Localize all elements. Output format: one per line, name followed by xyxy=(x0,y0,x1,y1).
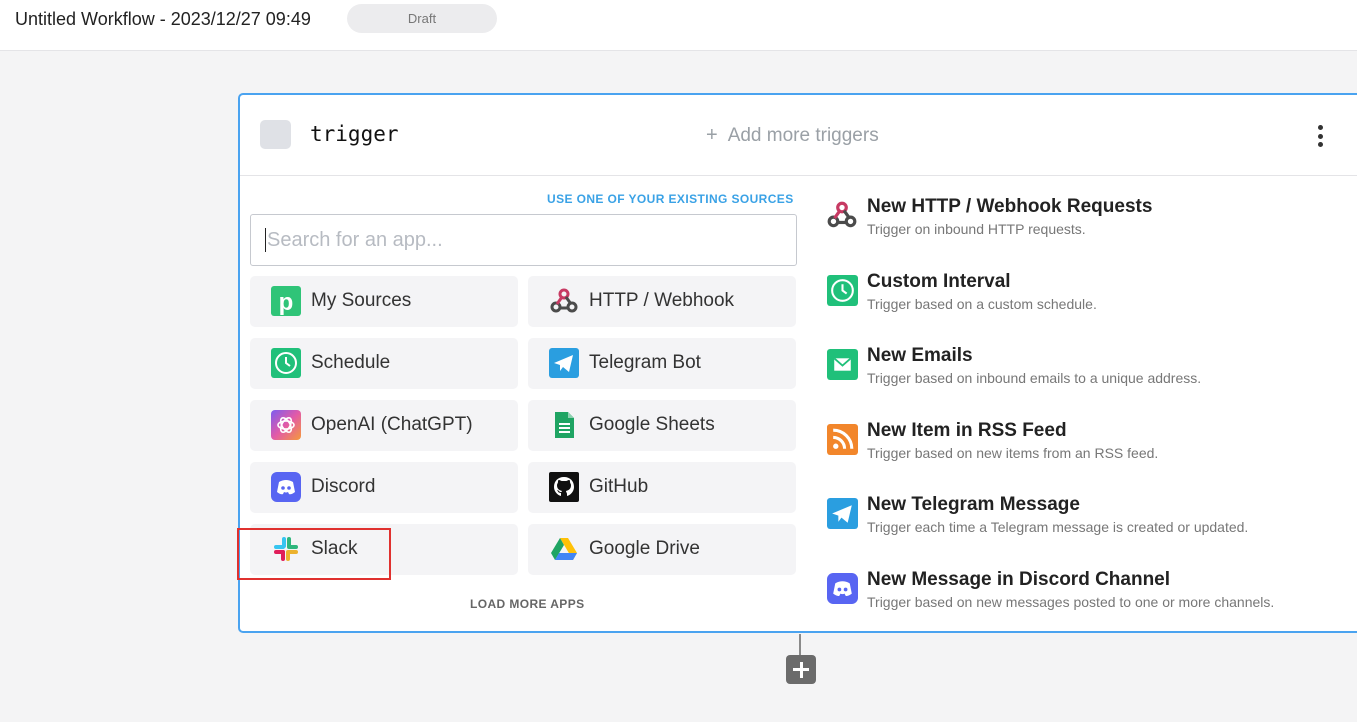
trigger-title: Custom Interval xyxy=(867,271,1011,292)
clock-icon xyxy=(826,274,858,306)
text-cursor xyxy=(265,228,266,252)
app-github[interactable]: GitHub xyxy=(528,462,796,513)
trigger-new-emails[interactable]: New Emails Trigger based on inbound emai… xyxy=(826,345,1357,405)
rss-icon xyxy=(826,423,858,455)
draft-status-badge[interactable]: Draft xyxy=(347,4,497,33)
app-my-sources[interactable]: p My Sources xyxy=(250,276,518,327)
app-label: HTTP / Webhook xyxy=(589,290,735,311)
trigger-description: Trigger each time a Telegram message is … xyxy=(867,519,1249,535)
step-icon-placeholder xyxy=(260,120,291,149)
use-existing-sources-link[interactable]: USE ONE OF YOUR EXISTING SOURCES xyxy=(547,192,794,206)
github-icon xyxy=(549,472,579,502)
slack-icon xyxy=(271,534,301,564)
app-label: Discord xyxy=(311,476,376,497)
trigger-title: New HTTP / Webhook Requests xyxy=(867,196,1153,217)
email-icon xyxy=(826,348,858,380)
trigger-custom-interval[interactable]: Custom Interval Trigger based on a custo… xyxy=(826,271,1357,331)
trigger-title: New Emails xyxy=(867,345,973,366)
step-connector-line xyxy=(799,634,801,656)
app-label: Telegram Bot xyxy=(589,352,701,373)
telegram-icon xyxy=(549,348,579,378)
trigger-description: Trigger based on new items from an RSS f… xyxy=(867,445,1159,461)
app-label: Slack xyxy=(311,538,358,559)
trigger-discord-message[interactable]: New Message in Discord Channel Trigger b… xyxy=(826,569,1357,629)
app-discord[interactable]: Discord xyxy=(250,462,518,513)
google-sheets-icon xyxy=(549,410,579,440)
app-telegram-bot[interactable]: Telegram Bot xyxy=(528,338,796,389)
trigger-http-webhook[interactable]: New HTTP / Webhook Requests Trigger on i… xyxy=(826,196,1357,256)
app-label: OpenAI (ChatGPT) xyxy=(311,414,473,435)
trigger-description: Trigger based on inbound emails to a uni… xyxy=(867,370,1202,386)
telegram-icon xyxy=(826,497,858,529)
app-google-drive[interactable]: Google Drive xyxy=(528,524,796,575)
trigger-step-card: trigger + Add more triggers USE ONE OF YO… xyxy=(237,93,1357,633)
trigger-title: New Item in RSS Feed xyxy=(867,420,1067,441)
app-label: Schedule xyxy=(311,352,391,373)
trigger-description: Trigger based on new messages posted to … xyxy=(867,594,1275,610)
trigger-description: Trigger on inbound HTTP requests. xyxy=(867,221,1086,237)
discord-icon xyxy=(826,572,858,604)
plus-icon: + xyxy=(706,124,718,146)
app-google-sheets[interactable]: Google Sheets xyxy=(528,400,796,451)
openai-icon xyxy=(271,410,301,440)
app-schedule[interactable]: Schedule xyxy=(250,338,518,389)
webhook-icon xyxy=(826,199,858,231)
app-openai[interactable]: OpenAI (ChatGPT) xyxy=(250,400,518,451)
trigger-description: Trigger based on a custom schedule. xyxy=(867,296,1097,312)
app-slack[interactable]: Slack xyxy=(250,524,518,575)
app-http-webhook[interactable]: HTTP / Webhook xyxy=(528,276,796,327)
load-more-apps-button[interactable]: LOAD MORE APPS xyxy=(470,597,585,611)
app-label: Google Drive xyxy=(589,538,700,559)
add-step-button[interactable] xyxy=(786,655,816,684)
trigger-telegram-message[interactable]: New Telegram Message Trigger each time a… xyxy=(826,494,1357,554)
add-more-triggers-label: Add more triggers xyxy=(727,125,879,146)
trigger-rss-feed[interactable]: New Item in RSS Feed Trigger based on ne… xyxy=(826,420,1357,480)
app-label: My Sources xyxy=(311,290,412,311)
step-header: trigger + Add more triggers xyxy=(240,95,1357,176)
more-options-icon[interactable] xyxy=(1308,121,1332,151)
app-search-input[interactable] xyxy=(250,214,797,266)
discord-icon xyxy=(271,472,301,502)
google-drive-icon xyxy=(549,534,579,564)
app-label: GitHub xyxy=(589,476,649,497)
app-label: Google Sheets xyxy=(589,414,715,435)
add-more-triggers-button[interactable]: + Add more triggers xyxy=(706,124,879,147)
step-name[interactable]: trigger xyxy=(310,122,399,146)
webhook-icon xyxy=(549,286,579,316)
trigger-title: New Message in Discord Channel xyxy=(867,569,1171,590)
svg-text:p: p xyxy=(279,289,294,316)
top-bar: Untitled Workflow - 2023/12/27 09:49 Dra… xyxy=(0,0,1357,51)
trigger-title: New Telegram Message xyxy=(867,494,1080,515)
clock-icon xyxy=(271,348,301,378)
pipedream-p-icon: p xyxy=(271,286,301,316)
workflow-title[interactable]: Untitled Workflow - 2023/12/27 09:49 xyxy=(15,9,311,30)
